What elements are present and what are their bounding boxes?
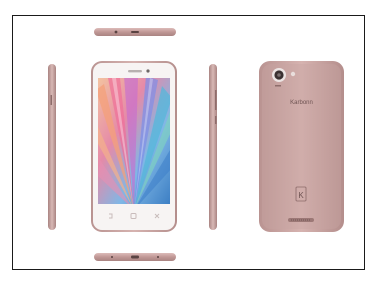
wallpaper [98, 78, 170, 204]
back-view: Karbonn K [259, 61, 344, 232]
bottom-edge-view [94, 253, 176, 261]
front-camera [146, 69, 150, 73]
speaker-grille [288, 218, 314, 222]
top-edge-view [94, 28, 176, 36]
flash-icon [290, 71, 296, 77]
left-side-view [48, 64, 56, 230]
earpiece [128, 70, 142, 73]
right-side-view [209, 64, 217, 230]
front-view [91, 61, 177, 232]
brand-label: Karbonn [290, 100, 313, 106]
product-views: Karbonn K [48, 28, 344, 261]
back-emblem-text: K [298, 191, 304, 200]
